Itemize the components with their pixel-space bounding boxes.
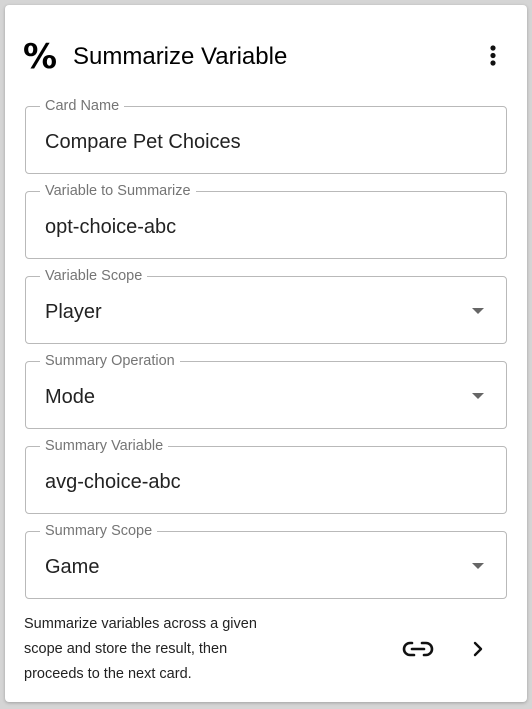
variable-to-summarize-field[interactable]: Variable to Summarize opt-choice-abc (25, 182, 507, 259)
summary-operation-select[interactable]: Summary Operation Mode (25, 352, 507, 429)
summarize-variable-card: % Summarize Variable Card Name Compare P… (5, 5, 527, 702)
variable-scope-label: Variable Scope (40, 267, 148, 285)
card-name-field[interactable]: Card Name Compare Pet Choices (25, 97, 507, 174)
chevron-right-icon[interactable] (465, 635, 491, 663)
card-description: Summarize variables across a given scope… (24, 612, 304, 687)
link-icon[interactable] (401, 635, 435, 663)
summary-variable-label: Summary Variable (40, 437, 169, 455)
percent-icon: % (23, 37, 58, 77)
variable-to-summarize-label: Variable to Summarize (40, 182, 196, 200)
summary-scope-label: Summary Scope (40, 522, 158, 540)
kebab-menu-icon[interactable] (477, 39, 509, 75)
summary-operation-value: Mode (45, 386, 96, 408)
variable-to-summarize-value: opt-choice-abc (45, 216, 177, 238)
variable-scope-value: Player (45, 301, 102, 323)
card-header: % Summarize Variable (5, 5, 527, 105)
card-name-label: Card Name (40, 97, 125, 115)
summary-variable-value: avg-choice-abc (45, 471, 181, 493)
summary-operation-label: Summary Operation (40, 352, 180, 370)
summary-scope-value: Game (45, 556, 100, 578)
description-line: scope and store the result, then (24, 641, 228, 657)
description-line: Summarize variables across a given (24, 616, 257, 632)
card-title: Summarize Variable (73, 43, 288, 70)
dropdown-arrow-icon[interactable] (472, 393, 484, 399)
variable-scope-select[interactable]: Variable Scope Player (25, 267, 507, 344)
dropdown-arrow-icon[interactable] (472, 563, 484, 569)
summary-scope-select[interactable]: Summary Scope Game (25, 522, 507, 599)
card-name-value: Compare Pet Choices (45, 131, 241, 153)
description-line: proceeds to the next card. (24, 666, 192, 682)
summary-variable-field[interactable]: Summary Variable avg-choice-abc (25, 437, 507, 514)
dropdown-arrow-icon[interactable] (472, 308, 484, 314)
